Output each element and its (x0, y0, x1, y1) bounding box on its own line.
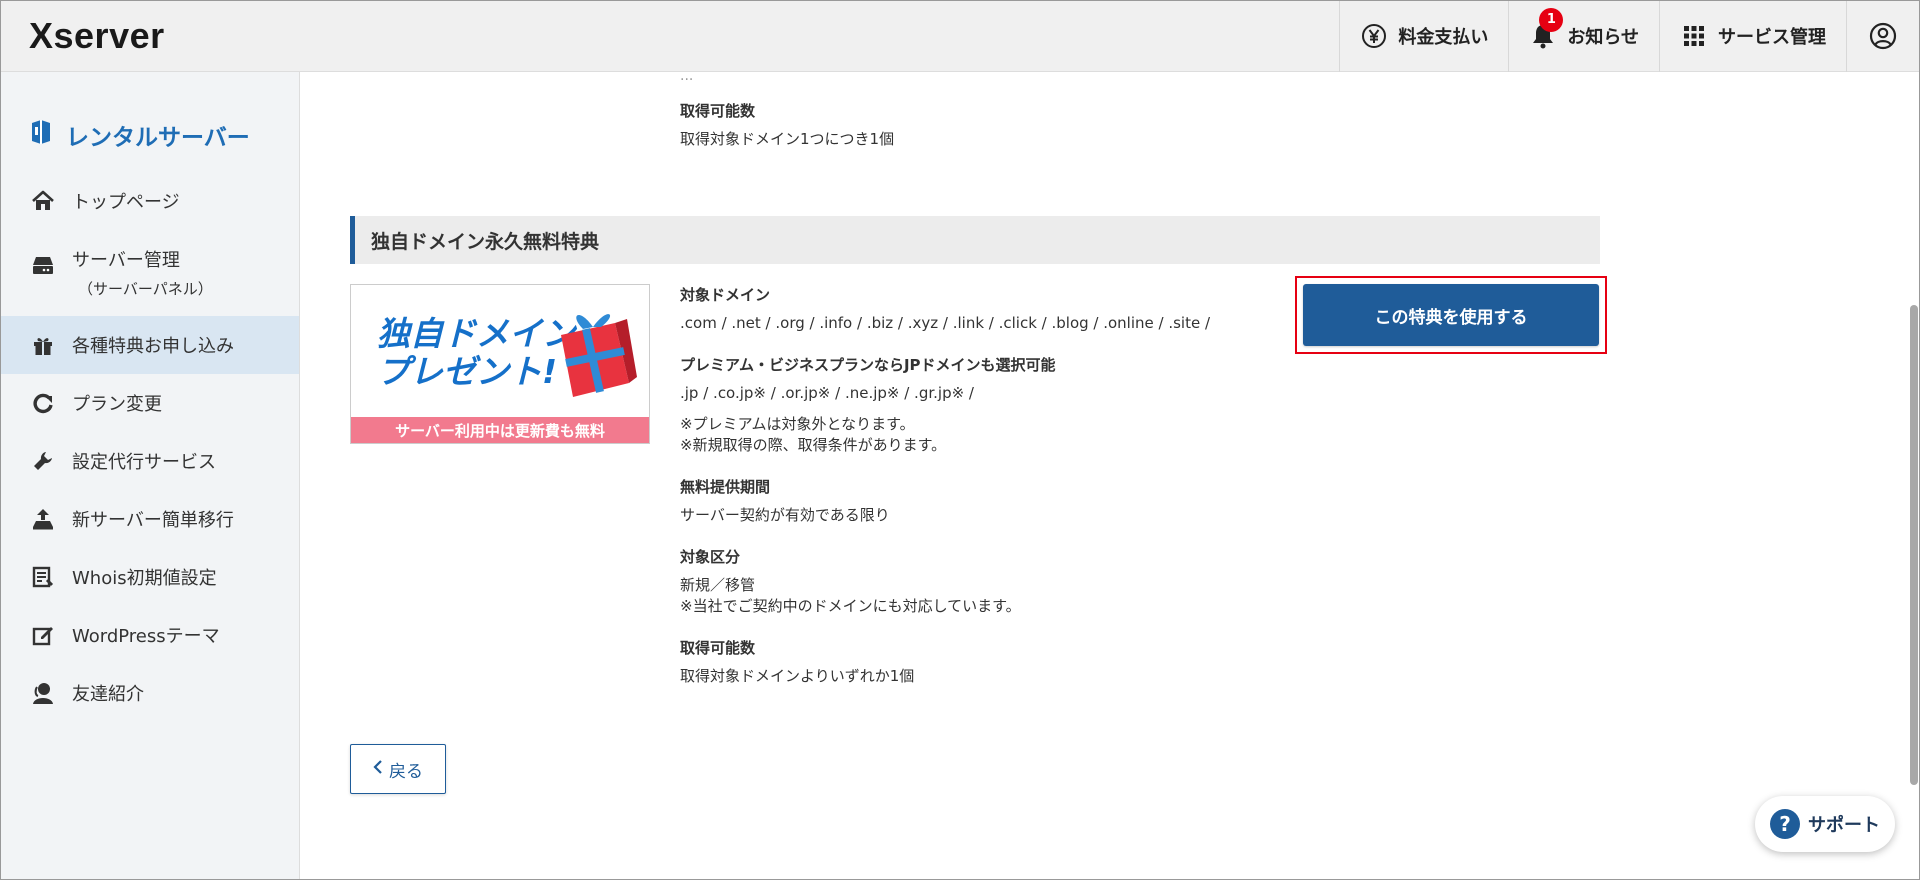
section-title: 独自ドメイン永久無料特典 (350, 216, 1600, 264)
question-icon: ? (1770, 809, 1800, 839)
scrollbar-thumb[interactable] (1910, 305, 1918, 785)
field-value: 取得対象ドメインよりいずれか1個 (680, 667, 915, 685)
premium-domain-block: プレミアム・ビジネスプランならJPドメインも選択可能 .jp / .co.jp※… (680, 354, 1240, 456)
field-label: 対象ドメイン (680, 286, 771, 304)
sidebar-item-referral[interactable]: 友達紹介 (0, 664, 299, 722)
gift-box-icon (549, 305, 639, 409)
field-value: サーバー契約が有効である限り (680, 506, 890, 524)
sidebar-title-label: レンタルサーバー (66, 125, 250, 151)
wrench-icon (30, 448, 56, 474)
field-label: 無料提供期間 (680, 478, 771, 496)
use-benefit-highlight: この特典を使用する (1295, 276, 1607, 354)
sidebar-item-label: トップページ (72, 192, 180, 213)
server-icon (30, 252, 56, 278)
document-icon (30, 564, 56, 590)
field-label: 取得可能数 (680, 639, 756, 657)
support-button[interactable]: ? サポート (1755, 796, 1895, 852)
sidebar-item-label: プラン変更 (72, 394, 162, 415)
sidebar-item-plan-change[interactable]: プラン変更 (0, 374, 299, 432)
support-label: サポート (1808, 815, 1880, 836)
sidebar-nav-list: トップページ サーバー管理 （サーバーパネル） 各種特典お申し込み プラン変更 (0, 172, 299, 722)
promo-line2: プレゼント! (377, 352, 558, 391)
sidebar-item-server-management[interactable]: サーバー管理 （サーバーパネル） (0, 230, 299, 316)
field-value: 取得対象ドメイン1つにつき1個 (680, 130, 895, 148)
promo-headline: 独自ドメイン プレゼント! (377, 315, 575, 391)
sidebar: レンタルサーバー トップページ サーバー管理 （サーバーパネル） 各種特典お申し… (0, 72, 300, 880)
cropped-text: ... (680, 68, 694, 84)
notifications-label: お知らせ (1567, 26, 1639, 48)
field-label: 対象区分 (680, 548, 741, 566)
gift-icon (30, 332, 56, 358)
field-value: .com / .net / .org / .info / .biz / .xyz… (680, 314, 1211, 332)
sidebar-item-benefits[interactable]: 各種特典お申し込み (0, 316, 299, 374)
field-label: 取得可能数 (680, 102, 756, 120)
sidebar-item-label: 設定代行サービス (72, 452, 216, 473)
notifications-nav[interactable]: 1 お知らせ (1508, 0, 1659, 72)
payment-label: 料金支払い (1398, 26, 1489, 48)
sidebar-item-label: 各種特典お申し込み (72, 336, 234, 357)
sidebar-item-sublabel: （サーバーパネル） (78, 280, 213, 298)
user-circle-icon (1869, 22, 1897, 50)
promo-line1: 独自ドメイン (377, 314, 575, 353)
service-management-nav[interactable]: サービス管理 (1659, 0, 1846, 72)
payment-nav[interactable]: 料金支払い (1339, 0, 1508, 72)
category-block: 対象区分 新規／移管 ※当社でご契約中のドメインにも対応しています。 (680, 546, 1240, 617)
sidebar-item-label: WordPressテーマ (72, 626, 220, 647)
account-nav[interactable] (1846, 0, 1920, 72)
upload-server-icon (30, 506, 56, 532)
chevron-left-icon (373, 759, 383, 779)
field-note: ※当社でご契約中のドメインにも対応しています。 (680, 597, 1021, 615)
top-header: Xserver 料金支払い 1 お知らせ サービス管理 (0, 0, 1920, 72)
previous-benefit-count: 取得可能数 取得対象ドメイン1つにつき1個 (680, 100, 894, 150)
use-benefit-button[interactable]: この特典を使用する (1303, 284, 1599, 346)
promo-band: サーバー利用中は更新費も無料 (351, 417, 649, 443)
back-button[interactable]: 戻る (350, 744, 446, 794)
user-icon (30, 680, 56, 706)
sidebar-item-label: サーバー管理 (72, 250, 180, 271)
rental-server-icon (30, 119, 52, 151)
sidebar-item-label: 新サーバー簡単移行 (72, 510, 234, 531)
refresh-icon (30, 390, 56, 416)
sidebar-title[interactable]: レンタルサーバー (0, 72, 299, 164)
sidebar-item-setup-service[interactable]: 設定代行サービス (0, 432, 299, 490)
sidebar-item-label: Whois初期値設定 (72, 568, 217, 589)
benefit-details: 対象ドメイン .com / .net / .org / .info / .biz… (680, 284, 1240, 707)
yen-icon (1360, 22, 1388, 50)
free-period-block: 無料提供期間 サーバー契約が有効である限り (680, 476, 1240, 526)
sidebar-item-whois[interactable]: Whois初期値設定 (0, 548, 299, 606)
promo-banner: 独自ドメイン プレゼント! サーバー利用中は更新費も無料 (350, 284, 650, 444)
xserver-logo[interactable]: Xserver (29, 15, 165, 57)
sidebar-item-label: 友達紹介 (72, 684, 144, 705)
grid-icon (1680, 22, 1708, 50)
field-note: ※プレミアムは対象外となります。 (680, 415, 915, 433)
sidebar-item-server-migration[interactable]: 新サーバー簡単移行 (0, 490, 299, 548)
sidebar-item-wordpress-theme[interactable]: WordPressテーマ (0, 606, 299, 664)
edit-icon (30, 622, 56, 648)
field-value: .jp / .co.jp※ / .or.jp※ / .ne.jp※ / .gr.… (680, 384, 974, 402)
field-value: 新規／移管 (680, 576, 756, 594)
main-content: ... 取得可能数 取得対象ドメイン1つにつき1個 独自ドメイン永久無料特典 独… (300, 68, 1920, 880)
field-label: プレミアム・ビジネスプランならJPドメインも選択可能 (680, 356, 1056, 374)
service-management-label: サービス管理 (1718, 26, 1826, 48)
notification-badge: 1 (1539, 7, 1564, 32)
target-domain-block: 対象ドメイン .com / .net / .org / .info / .biz… (680, 284, 1240, 334)
count-block: 取得可能数 取得対象ドメインよりいずれか1個 (680, 637, 1240, 687)
back-button-label: 戻る (389, 761, 423, 782)
header-nav: 料金支払い 1 お知らせ サービス管理 (1339, 0, 1920, 72)
home-icon (30, 188, 56, 214)
field-note: ※新規取得の際、取得条件があります。 (680, 436, 947, 454)
sidebar-item-top-page[interactable]: トップページ (0, 172, 299, 230)
